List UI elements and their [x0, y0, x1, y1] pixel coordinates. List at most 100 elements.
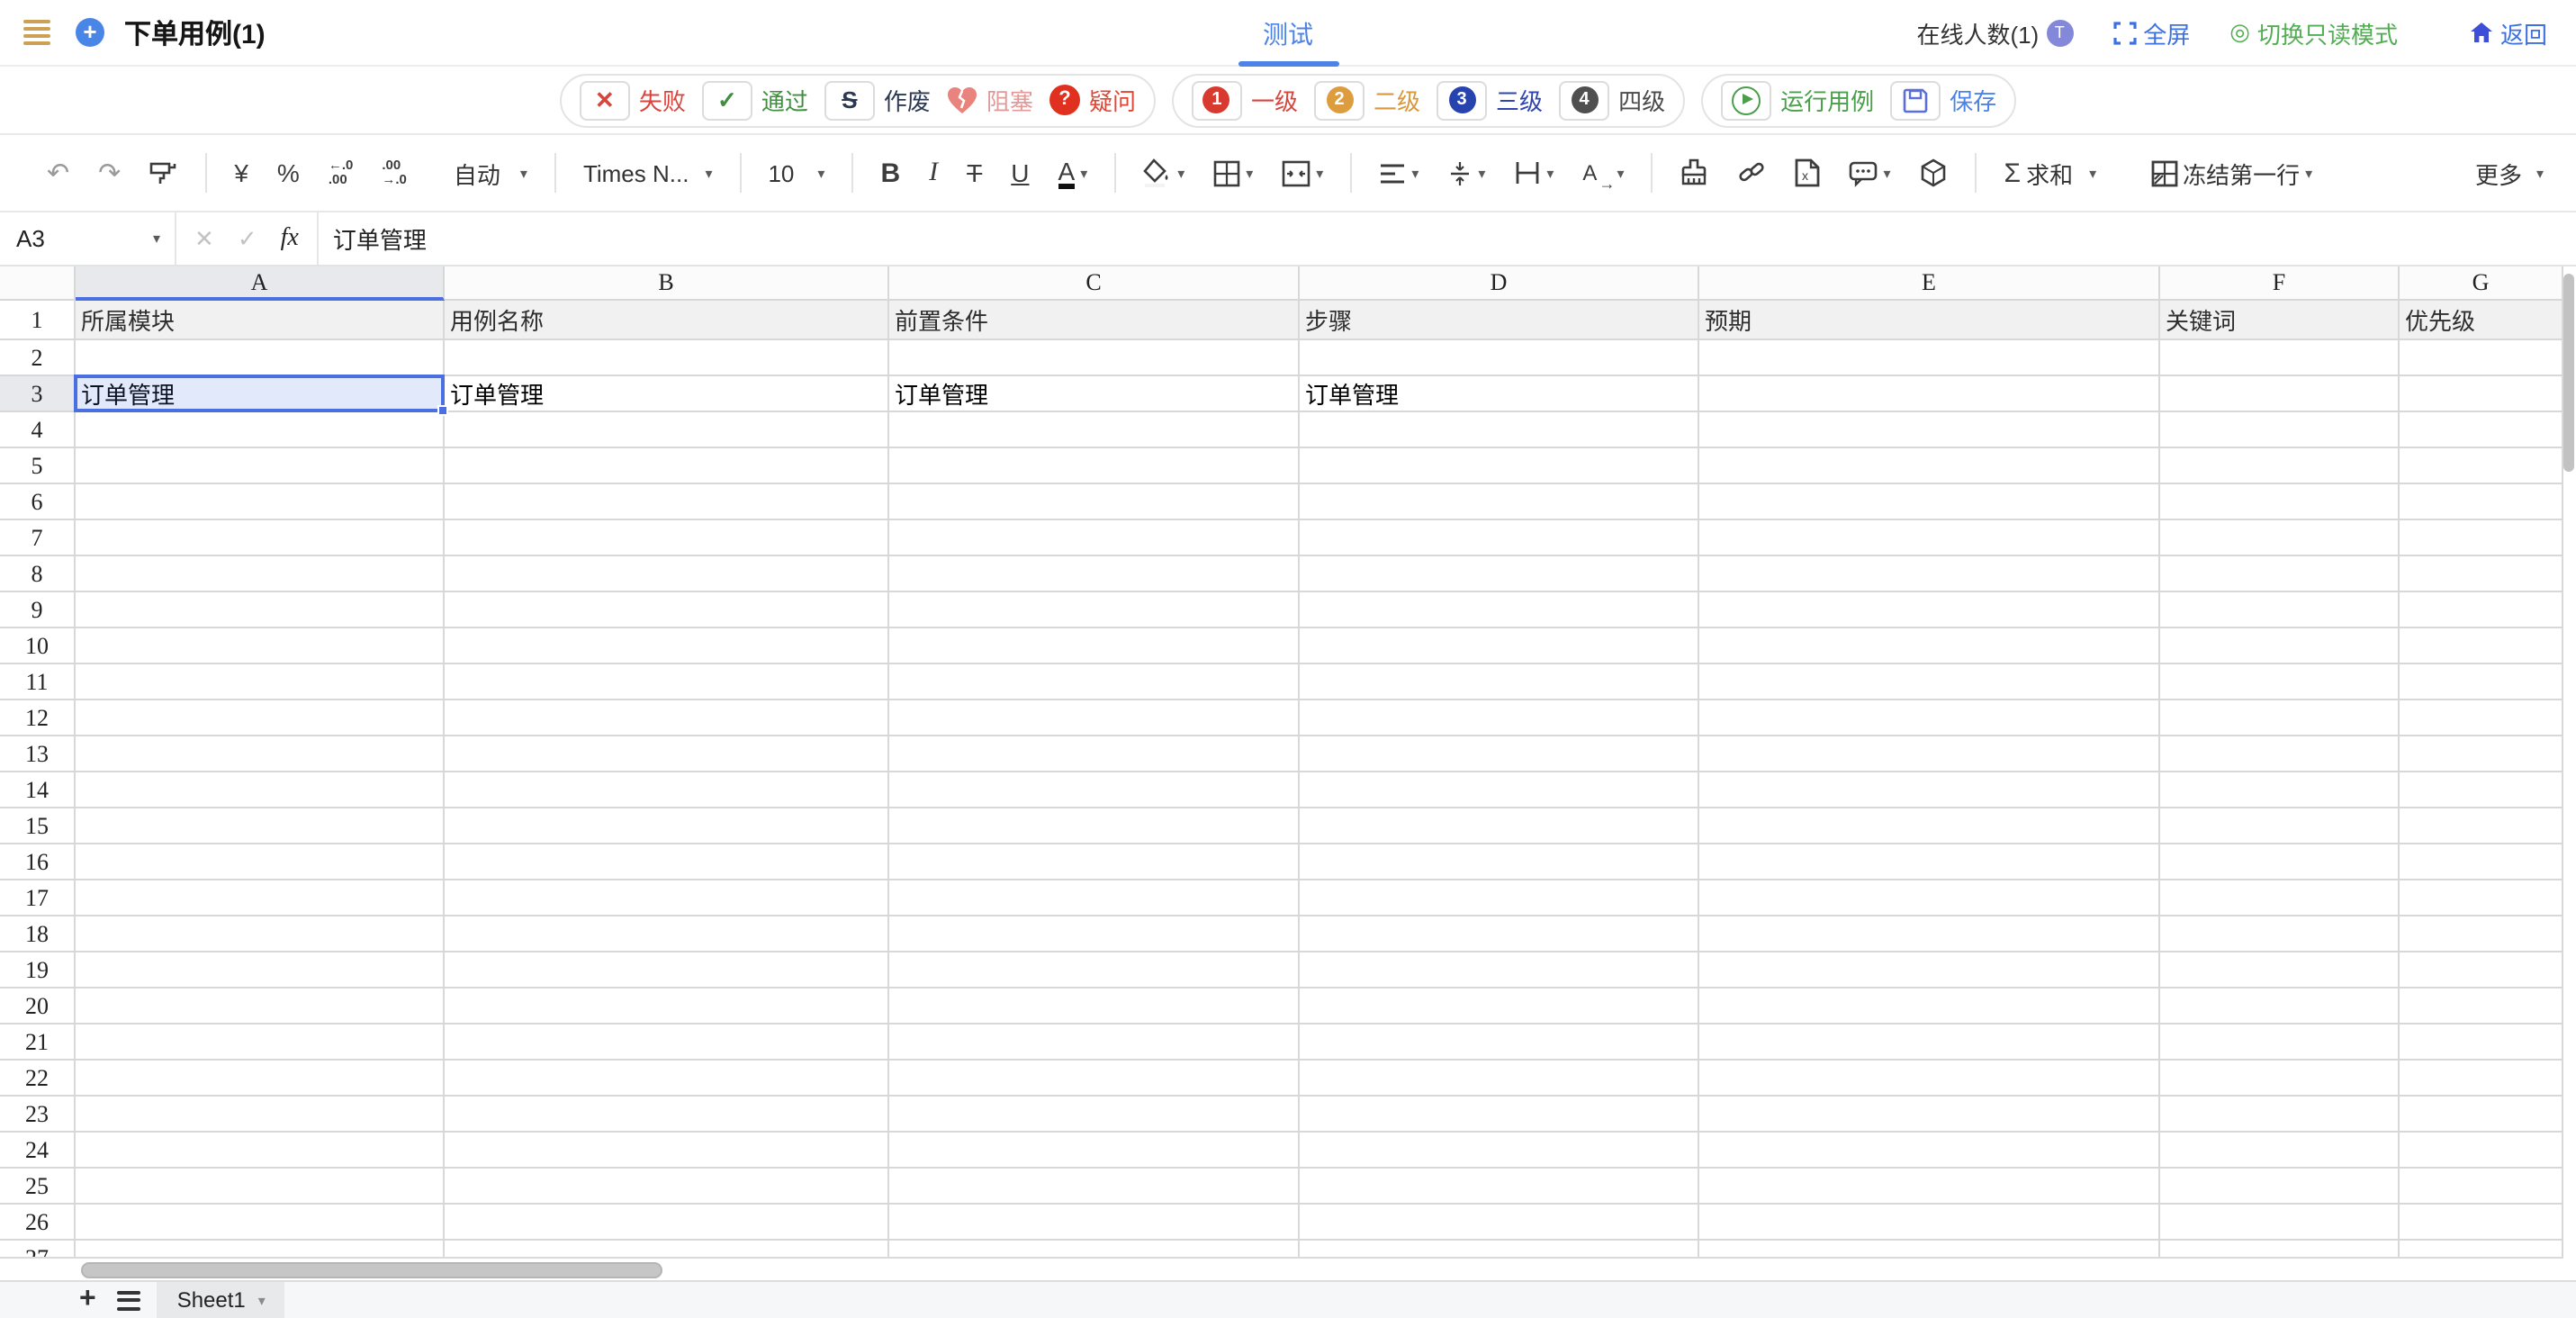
column-header-E[interactable]: E	[1699, 266, 2160, 301]
cell-C10[interactable]	[889, 628, 1300, 664]
cell-F15[interactable]	[2160, 808, 2400, 844]
cell-E7[interactable]	[1699, 520, 2160, 556]
row-header-21[interactable]: 21	[0, 1025, 76, 1061]
cell-B23[interactable]	[445, 1097, 889, 1133]
cell-D25[interactable]	[1300, 1169, 1699, 1205]
strikethrough-button[interactable]: T	[959, 153, 989, 193]
cell-C6[interactable]	[889, 484, 1300, 520]
cell-A26[interactable]	[76, 1205, 445, 1241]
cell-A12[interactable]	[76, 700, 445, 736]
percent-format-button[interactable]: %	[270, 153, 307, 193]
toggle-readonly-button[interactable]: ◎ 切换只读模式	[2229, 15, 2398, 50]
cell-G10[interactable]	[2400, 628, 2563, 664]
cell-C26[interactable]	[889, 1205, 1300, 1241]
cell-D13[interactable]	[1300, 736, 1699, 772]
increase-decimal-button[interactable]: .00→.0	[374, 153, 414, 193]
cell-B18[interactable]	[445, 916, 889, 952]
export-excel-button[interactable]: x	[1788, 153, 1827, 193]
fill-color-dropdown[interactable]: ▾	[1136, 153, 1192, 193]
cell-A21[interactable]	[76, 1025, 445, 1061]
cell-E19[interactable]	[1699, 952, 2160, 988]
cell-G8[interactable]	[2400, 556, 2563, 592]
row-header-14[interactable]: 14	[0, 772, 76, 808]
sheet-list-icon[interactable]	[118, 1290, 141, 1310]
cell-F18[interactable]	[2160, 916, 2400, 952]
row-header-3[interactable]: 3	[0, 376, 76, 412]
cell-F25[interactable]	[2160, 1169, 2400, 1205]
row-header-11[interactable]: 11	[0, 664, 76, 700]
cell-E6[interactable]	[1699, 484, 2160, 520]
cell-C14[interactable]	[889, 772, 1300, 808]
cell-D16[interactable]	[1300, 844, 1699, 880]
back-button[interactable]: 返回	[2470, 15, 2547, 50]
cell-B1[interactable]: 用例名称	[445, 301, 889, 340]
column-header-B[interactable]: B	[445, 266, 889, 301]
cell-D18[interactable]	[1300, 916, 1699, 952]
row-header-25[interactable]: 25	[0, 1169, 76, 1205]
cell-B7[interactable]	[445, 520, 889, 556]
merge-cells-dropdown[interactable]: ▾	[1274, 154, 1330, 192]
column-header-A[interactable]: A	[76, 266, 445, 301]
cell-A17[interactable]	[76, 880, 445, 916]
cell-B11[interactable]	[445, 664, 889, 700]
cell-B15[interactable]	[445, 808, 889, 844]
cell-F3[interactable]	[2160, 376, 2400, 412]
cell-E12[interactable]	[1699, 700, 2160, 736]
cell-E10[interactable]	[1699, 628, 2160, 664]
cell-E24[interactable]	[1699, 1133, 2160, 1169]
add-sheet-button[interactable]: +	[79, 1286, 96, 1314]
tab-test[interactable]: 测试	[1263, 0, 1313, 67]
cell-B24[interactable]	[445, 1133, 889, 1169]
sum-dropdown[interactable]: Σ 求和 ▾	[1997, 150, 2104, 195]
cell-C8[interactable]	[889, 556, 1300, 592]
column-header-C[interactable]: C	[889, 266, 1300, 301]
row-header-13[interactable]: 13	[0, 736, 76, 772]
cell-G24[interactable]	[2400, 1133, 2563, 1169]
cell-C15[interactable]	[889, 808, 1300, 844]
cell-A25[interactable]	[76, 1169, 445, 1205]
cell-G21[interactable]	[2400, 1025, 2563, 1061]
cell-A22[interactable]	[76, 1061, 445, 1097]
cell-G17[interactable]	[2400, 880, 2563, 916]
row-header-2[interactable]: 2	[0, 340, 76, 376]
user-avatar[interactable]: T	[2046, 19, 2073, 46]
status-invalid-button[interactable]: S 作废	[824, 80, 931, 120]
selection-fill-handle[interactable]	[437, 405, 448, 416]
cell-G25[interactable]	[2400, 1169, 2563, 1205]
cell-C17[interactable]	[889, 880, 1300, 916]
cell-F1[interactable]: 关键词	[2160, 301, 2400, 340]
cell-D9[interactable]	[1300, 592, 1699, 628]
cell-C22[interactable]	[889, 1061, 1300, 1097]
cell-D7[interactable]	[1300, 520, 1699, 556]
cell-F26[interactable]	[2160, 1205, 2400, 1241]
italic-button[interactable]: I	[922, 152, 945, 194]
cell-D8[interactable]	[1300, 556, 1699, 592]
cell-F8[interactable]	[2160, 556, 2400, 592]
cell-B4[interactable]	[445, 412, 889, 448]
cell-G3[interactable]	[2400, 376, 2563, 412]
row-header-26[interactable]: 26	[0, 1205, 76, 1241]
more-dropdown[interactable]: 更多 ▾	[2468, 150, 2551, 195]
cell-G23[interactable]	[2400, 1097, 2563, 1133]
cell-A2[interactable]	[76, 340, 445, 376]
cell-E20[interactable]	[1699, 988, 2160, 1025]
row-header-16[interactable]: 16	[0, 844, 76, 880]
cell-G26[interactable]	[2400, 1205, 2563, 1241]
cell-E18[interactable]	[1699, 916, 2160, 952]
cell-E15[interactable]	[1699, 808, 2160, 844]
cell-A3[interactable]: 订单管理	[76, 376, 445, 412]
3d-object-button[interactable]	[1913, 153, 1956, 193]
cell-name-box[interactable]: A3 ▾	[0, 212, 176, 265]
hamburger-menu-icon[interactable]	[23, 20, 50, 45]
cell-D24[interactable]	[1300, 1133, 1699, 1169]
cell-F24[interactable]	[2160, 1133, 2400, 1169]
cell-E11[interactable]	[1699, 664, 2160, 700]
underline-button[interactable]: U	[1004, 153, 1036, 193]
status-fail-button[interactable]: ✕ 失败	[580, 80, 686, 120]
cell-F13[interactable]	[2160, 736, 2400, 772]
redo-button[interactable]: ↷	[91, 151, 128, 194]
cell-E14[interactable]	[1699, 772, 2160, 808]
borders-dropdown[interactable]: ▾	[1206, 154, 1260, 192]
cell-C2[interactable]	[889, 340, 1300, 376]
cell-E22[interactable]	[1699, 1061, 2160, 1097]
